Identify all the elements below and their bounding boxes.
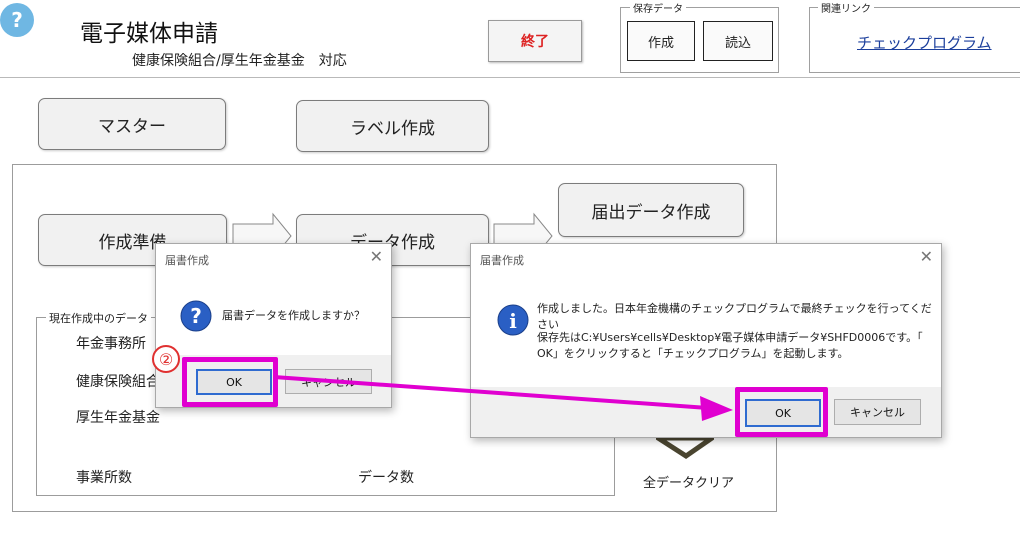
current-data-label: 現在作成中のデータ (46, 310, 151, 326)
help-icon[interactable]: ? (0, 3, 34, 37)
dialog-message: 届書データを作成しますか？ (222, 309, 365, 322)
health-insurance-label: 健康保険組合 (76, 374, 160, 390)
save-create-button[interactable]: 作成 (627, 21, 695, 61)
clear-icon[interactable] (656, 436, 714, 460)
completion-dialog: 届書作成 ✕ i 作成しました。日本年金機構のチェックプログラムで最終チェックを… (470, 243, 942, 438)
load-button[interactable]: 読込 (703, 21, 773, 61)
cancel-button[interactable]: キャンセル (285, 369, 372, 394)
save-data-group-label: 保存データ (630, 0, 686, 15)
dialog-message-line-3: OK」をクリックすると「チェックプログラム」を起動します。 (537, 347, 849, 360)
svg-text:i: i (509, 309, 517, 333)
submission-data-create-button[interactable]: 届出データ作成 (558, 183, 744, 237)
cancel-button[interactable]: キャンセル (834, 399, 921, 425)
app-subtitle: 健康保険組合/厚生年金基金 対応 (132, 53, 347, 69)
info-icon: i (497, 304, 529, 336)
dialog-message-line-2: 保存先はC:¥Users¥cells¥Desktop¥電子媒体申請データ¥SHF… (537, 331, 923, 344)
ok-highlight-box (182, 357, 278, 407)
label-create-button[interactable]: ラベル作成 (296, 100, 489, 152)
dialog-title: 届書作成 (480, 254, 524, 267)
svg-text:?: ? (190, 304, 202, 328)
office-count-label: 事業所数 (76, 470, 132, 486)
close-icon[interactable]: ✕ (370, 247, 383, 266)
master-button[interactable]: マスター (38, 98, 226, 150)
dialog-title: 届書作成 (165, 254, 209, 267)
related-links-group-label: 関連リンク (818, 0, 874, 15)
check-program-link[interactable]: チェックプログラム (857, 32, 992, 53)
header-divider (0, 77, 1020, 78)
data-count-label: データ数 (358, 470, 414, 486)
close-icon[interactable]: ✕ (920, 247, 933, 266)
ok-highlight-box (735, 387, 828, 437)
question-icon: ? (180, 300, 212, 332)
dialog-message-line-1: 作成しました。日本年金機構のチェックプログラムで最終チェックを行ってください (537, 302, 932, 331)
pension-office-label: 年金事務所 (76, 336, 146, 352)
step-marker: ② (152, 345, 180, 373)
app-title: 電子媒体申請 (80, 21, 218, 47)
clear-all-label[interactable]: 全データクリア (643, 472, 734, 491)
pension-fund-label: 厚生年金基金 (76, 410, 160, 426)
exit-button[interactable]: 終了 (488, 20, 582, 62)
